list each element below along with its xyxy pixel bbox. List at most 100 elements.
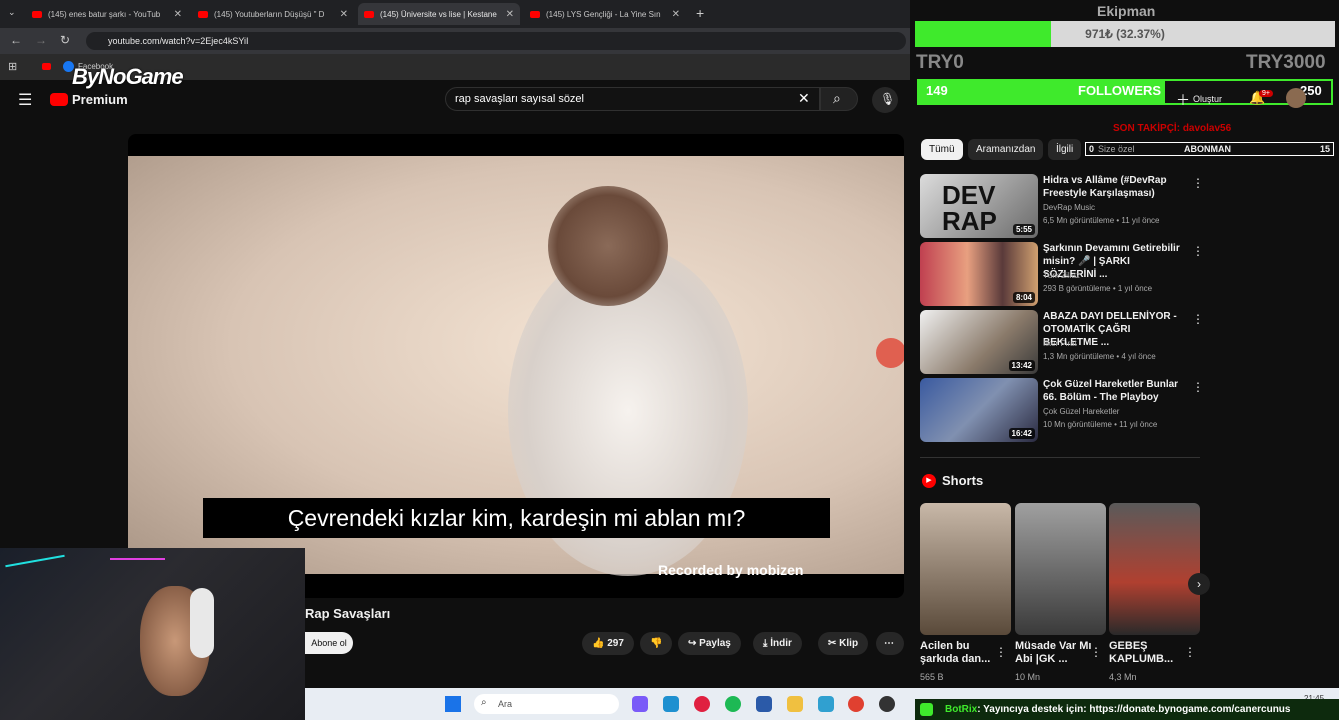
recorded-watermark: Recorded by mobizen: [658, 562, 804, 578]
windows-start-icon[interactable]: [445, 696, 461, 712]
youtube-bookmark-icon[interactable]: [42, 63, 51, 70]
video-player[interactable]: Çevrendeki kızlar kim, kardeşin mi ablan…: [128, 134, 904, 598]
channel-name[interactable]: DevRap Music: [1043, 203, 1095, 212]
close-icon[interactable]: ✕: [340, 9, 348, 20]
video-duration: 5:55: [1012, 224, 1035, 235]
subscriber-goal-chip: Size özel: [1098, 144, 1135, 154]
dislike-button[interactable]: 👎: [640, 632, 672, 655]
short-thumbnail[interactable]: [920, 503, 1011, 635]
recommendation-item[interactable]: 13:42 ABAZA DAYI DELLENİYOR - OTOMATİK Ç…: [920, 310, 1204, 374]
search-input[interactable]: rap savaşları sayısal sözel: [445, 87, 820, 111]
subscribe-button[interactable]: Abone ol: [305, 632, 353, 654]
short-views: 10 Mn: [1015, 672, 1041, 682]
video-thumbnail[interactable]: 16:42: [920, 378, 1038, 442]
taskbar-search[interactable]: Ara: [474, 694, 619, 714]
browser-tab[interactable]: (145) enes batur şarkı - YouTub ✕: [26, 3, 188, 25]
premium-label[interactable]: Premium: [72, 92, 128, 107]
botrix-icon: [920, 703, 933, 716]
clip-button[interactable]: ✂ Klip: [818, 632, 869, 655]
edge-icon[interactable]: [663, 696, 679, 712]
apps-icon[interactable]: ⊞: [8, 60, 17, 73]
recommendation-item[interactable]: 8:04 Şarkının Devamını Getirebilir misin…: [920, 242, 1204, 306]
search-button[interactable]: ⌕: [820, 87, 858, 111]
goal-min-label: TRY0: [916, 52, 964, 73]
youtube-logo-icon[interactable]: [50, 93, 68, 106]
browser-tab[interactable]: (145) LYS Gençliği - La Yine Sın ✕: [524, 3, 686, 25]
share-label: Paylaş: [699, 638, 731, 649]
more-options-icon[interactable]: ⋮: [1192, 312, 1204, 326]
video-meta: 1,3 Mn görüntüleme • 4 yıl önce: [1043, 352, 1156, 361]
ekipman-progress-text: 971₺ (32.37%): [1085, 27, 1165, 41]
reload-icon[interactable]: ↻: [60, 33, 70, 47]
more-options-icon[interactable]: ⋮: [1192, 244, 1204, 258]
close-icon[interactable]: ✕: [506, 9, 514, 20]
download-icon: ⤓: [763, 638, 768, 649]
short-title[interactable]: GEBEŞ KAPLUMB...: [1109, 640, 1189, 666]
voice-search-button[interactable]: 🎙: [872, 87, 898, 113]
shorts-next-button[interactable]: ›: [1188, 573, 1210, 595]
tab-search-icon[interactable]: ⌄: [8, 7, 16, 18]
download-button[interactable]: ⤓ İndir: [753, 632, 802, 655]
close-icon[interactable]: ✕: [672, 9, 680, 20]
short-thumbnail[interactable]: [1109, 503, 1200, 635]
channel-name[interactable]: İlker Fırat: [1043, 339, 1077, 348]
forward-icon[interactable]: →: [35, 33, 47, 47]
more-options-icon[interactable]: ⋮: [1090, 645, 1102, 659]
create-button[interactable]: Oluştur: [1193, 94, 1222, 104]
close-icon[interactable]: ✕: [174, 9, 182, 20]
neon-light: [110, 558, 165, 560]
file-explorer-icon[interactable]: [787, 696, 803, 712]
spotify-icon[interactable]: [725, 696, 741, 712]
settings-icon[interactable]: [818, 696, 834, 712]
channel-name[interactable]: Çok Güzel Hareketler: [1043, 407, 1119, 416]
recommendation-item[interactable]: DEV RAP 5:55 Hidra vs Allâme (#DevRap Fre…: [920, 174, 1204, 238]
video-duration: 8:04: [1012, 292, 1035, 303]
back-icon[interactable]: ←: [10, 33, 22, 47]
obs-icon[interactable]: [879, 696, 895, 712]
subscriber-goal-label: ABONMAN: [1184, 144, 1231, 154]
last-follower-text: SON TAKİPÇİ: davolav56: [1113, 123, 1232, 134]
avatar[interactable]: [1286, 88, 1306, 108]
video-duration: 13:42: [1008, 360, 1035, 371]
chip-related[interactable]: İlgili: [1048, 139, 1082, 160]
more-options-icon[interactable]: ⋮: [995, 645, 1007, 659]
menu-icon[interactable]: ☰: [18, 90, 32, 110]
more-options-icon[interactable]: ⋮: [1192, 176, 1204, 190]
video-person-head: [548, 186, 668, 306]
video-thumbnail[interactable]: 13:42: [920, 310, 1038, 374]
youtube-icon: [530, 10, 540, 18]
video-thumbnail[interactable]: DEV RAP 5:55: [920, 174, 1038, 238]
notifications-badge: 9+: [1259, 90, 1273, 97]
mic-icon: 🎙: [880, 92, 896, 106]
youtube-icon: [32, 10, 42, 18]
clear-search-icon[interactable]: ✕: [798, 90, 810, 107]
video-title[interactable]: Çok Güzel Hareketler Bunlar 66. Bölüm - …: [1043, 378, 1183, 404]
video-title[interactable]: Hidra vs Allâme (#DevRap Freestyle Karşı…: [1043, 174, 1183, 200]
chip-from-search[interactable]: Aramanızdan: [968, 139, 1044, 160]
chrome-icon[interactable]: [848, 696, 864, 712]
browser-tab-active[interactable]: (145) Üniversite vs lise | Kestane ✕: [358, 3, 520, 25]
copilot-icon[interactable]: [632, 696, 648, 712]
media-player-icon[interactable]: [694, 696, 710, 712]
more-actions-button[interactable]: ⋯: [876, 632, 904, 655]
more-options-icon[interactable]: ⋮: [1192, 380, 1204, 394]
new-tab-button[interactable]: +: [696, 5, 704, 21]
more-options-icon[interactable]: ⋮: [1184, 645, 1196, 659]
followers-label: FOLLOWERS: [1078, 83, 1162, 98]
recommendation-item[interactable]: 16:42 Çok Güzel Hareketler Bunlar 66. Bö…: [920, 378, 1204, 442]
youtube-icon: [364, 10, 374, 18]
like-count: 297: [607, 638, 624, 649]
browser-tab[interactable]: (145) Youtuberların Düşüşü " D ✕: [192, 3, 354, 25]
short-title[interactable]: Müsade Var Mı Abi |GK ...: [1015, 640, 1095, 666]
video-thumbnail[interactable]: 8:04: [920, 242, 1038, 306]
short-title[interactable]: Acilen bu şarkıda dan...: [920, 640, 1000, 666]
address-bar[interactable]: youtube.com/watch?v=2Ejec4kSYiI: [86, 32, 906, 50]
chip-all[interactable]: Tümü: [921, 139, 963, 160]
like-button[interactable]: 👍 297: [582, 632, 634, 655]
share-button[interactable]: ↪ Paylaş: [678, 632, 741, 655]
create-icon[interactable]: ＋: [1176, 90, 1190, 110]
store-icon[interactable]: [756, 696, 772, 712]
short-thumbnail[interactable]: [1015, 503, 1106, 635]
download-label: İndir: [770, 638, 792, 649]
channel-name[interactable]: Türk Zillaz: [1043, 271, 1080, 280]
